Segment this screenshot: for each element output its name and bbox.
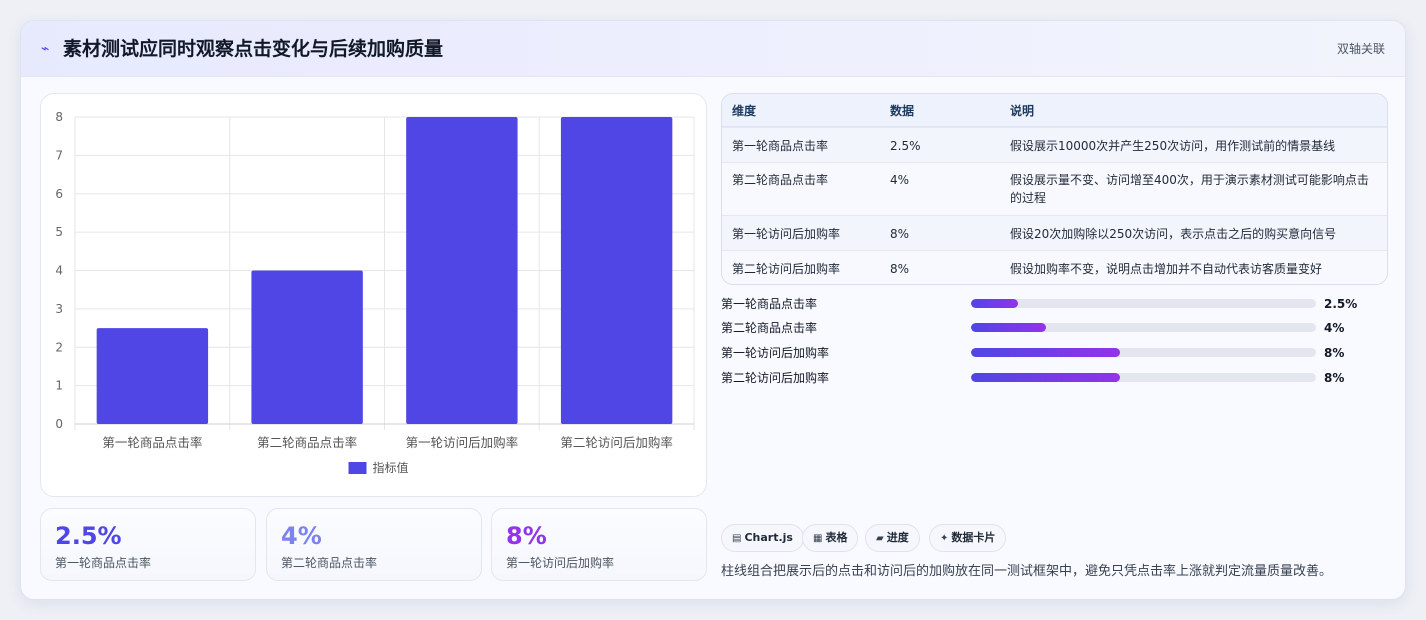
progress-value: 8% <box>1324 371 1345 385</box>
legend-swatch <box>348 462 367 474</box>
legend-label: 指标值 <box>373 460 409 475</box>
x-tick-label: 第一轮商品点击率 <box>102 435 202 450</box>
kpi-card-1: 2.5% 第一轮商品点击率 <box>40 508 256 581</box>
table-row: 第一轮访问后加购率 8% 假设20次加购除以250次访问，表示点击之后的购买意向… <box>722 215 1387 250</box>
table-cell-value: 4% <box>890 173 910 187</box>
kpi-value: 4% <box>281 522 322 550</box>
y-tick-label: 6 <box>55 187 63 201</box>
progress-fill <box>971 348 1121 357</box>
table-header-cell: 数据 <box>890 104 915 118</box>
kpi-card-3: 8% 第一轮访问后加购率 <box>491 508 707 581</box>
progress-row: 第一轮商品点击率 2.5% <box>721 294 1401 314</box>
bar-2 <box>251 270 363 424</box>
chart-icon: ▤ <box>732 533 742 544</box>
chip-label: Chart.js <box>744 531 793 544</box>
lightning-icon: ⌁ <box>41 41 50 57</box>
header-badge: 双轴关联 <box>1336 42 1385 56</box>
kpi-card-2: 4% 第二轮商品点击率 <box>266 508 482 581</box>
data-table: 维度 数据 说明 第一轮商品点击率 2.5% 假设展示10000次并产生250次… <box>721 93 1388 285</box>
progress-track <box>971 373 1316 382</box>
chip-label: 数据卡片 <box>951 531 996 544</box>
sparkle-icon: ✦ <box>940 533 949 544</box>
table-cell-desc: 假设加购率不变，说明点击增加并不自动代表访客质量变好 <box>1010 262 1323 276</box>
progress-label: 第一轮访问后加购率 <box>721 346 830 360</box>
table-icon: ▦ <box>813 533 823 544</box>
kpi-label: 第一轮访问后加购率 <box>506 556 615 570</box>
progress-value: 4% <box>1324 321 1345 335</box>
kpi-label: 第二轮商品点击率 <box>281 556 378 570</box>
table-header-cell: 维度 <box>732 104 757 118</box>
x-tick-label: 第二轮访问后加购率 <box>560 435 673 450</box>
table-cell-value: 8% <box>890 227 910 241</box>
table-row: 第二轮商品点击率 4% 假设展示量不变、访问增至400次，用于演示素材测试可能影… <box>722 162 1387 215</box>
table-cell-desc: 假设展示10000次并产生250次访问，用作测试前的情景基线 <box>1010 139 1336 153</box>
progress-track <box>971 348 1316 357</box>
x-tick-label: 第二轮商品点击率 <box>257 435 357 450</box>
table-cell-desc: 假设展示量不变、访问增至400次，用于演示素材测试可能影响点击的过程 <box>1010 173 1369 205</box>
table-cell-dim: 第一轮商品点击率 <box>732 139 829 153</box>
chip-progress[interactable]: ▰ 进度 <box>865 524 920 552</box>
progress-row: 第二轮访问后加购率 8% <box>721 368 1401 388</box>
table-cell-dim: 第一轮访问后加购率 <box>732 227 841 241</box>
progress-fill <box>971 299 1018 308</box>
chip-label: 表格 <box>825 531 848 544</box>
dashboard-card: ⌁ 素材测试应同时观察点击变化与后续加购质量 双轴关联 0 1 2 3 4 5 6 7 8 第一轮… <box>20 20 1406 600</box>
progress-fill <box>971 323 1046 332</box>
page-title: 素材测试应同时观察点击变化与后续加购质量 <box>63 38 444 60</box>
y-tick-label: 8 <box>55 110 63 124</box>
progress-row: 第二轮商品点击率 4% <box>721 318 1401 338</box>
y-tick-label: 0 <box>55 417 63 431</box>
progress-label: 第二轮商品点击率 <box>721 321 818 335</box>
kpi-label: 第一轮商品点击率 <box>55 556 152 570</box>
progress-value: 2.5% <box>1324 297 1358 311</box>
footnote: 柱线组合把展示后的点击和访问后的加购放在同一测试框架中，避免只凭点击率上涨就判定… <box>721 564 1333 579</box>
y-tick-label: 5 <box>55 225 63 239</box>
table-row: 第二轮访问后加购率 8% 假设加购率不变，说明点击增加并不自动代表访客质量变好 <box>722 250 1387 284</box>
progress-label: 第一轮商品点击率 <box>721 297 818 311</box>
table-cell-dim: 第二轮访问后加购率 <box>732 262 841 276</box>
progress-track <box>971 299 1316 308</box>
bar-chart-panel: 0 1 2 3 4 5 6 7 8 第一轮商品点击率 第二轮商品点击率 第一轮访问后加购率 第二轮访问后… <box>40 93 707 497</box>
bar-chart: 0 1 2 3 4 5 6 7 8 第一轮商品点击率 第二轮商品点击率 第一轮访问后加购率 第二轮访问后… <box>55 110 695 475</box>
card-header: ⌁ 素材测试应同时观察点击变化与后续加购质量 双轴关联 <box>21 21 1405 77</box>
progress-fill <box>971 373 1121 382</box>
y-tick-label: 1 <box>55 379 63 393</box>
y-tick-label: 3 <box>55 302 63 316</box>
bar-4 <box>560 117 673 424</box>
table-cell-dim: 第二轮商品点击率 <box>732 173 829 187</box>
y-tick-label: 4 <box>55 264 63 278</box>
progress-label: 第二轮访问后加购率 <box>721 371 830 385</box>
progress-row: 第一轮访问后加购率 8% <box>721 343 1401 363</box>
chip-label: 进度 <box>886 531 909 544</box>
bar-3 <box>406 117 518 424</box>
table-header-row: 维度 数据 说明 <box>722 94 1387 127</box>
progress-icon: ▰ <box>876 533 884 544</box>
chip-chartjs[interactable]: ▤ Chart.js <box>721 524 804 552</box>
y-tick-label: 7 <box>55 148 63 162</box>
table-cell-desc: 假设20次加购除以250次访问，表示点击之后的购买意向信号 <box>1010 227 1337 241</box>
table-header-cell: 说明 <box>1010 104 1035 118</box>
progress-value: 8% <box>1324 346 1345 360</box>
chip-table[interactable]: ▦ 表格 <box>802 524 859 552</box>
table-row: 第一轮商品点击率 2.5% 假设展示10000次并产生250次访问，用作测试前的… <box>722 127 1387 162</box>
chip-data-card[interactable]: ✦ 数据卡片 <box>929 524 1007 552</box>
kpi-value: 2.5% <box>55 522 122 550</box>
kpi-value: 8% <box>506 522 547 550</box>
table-cell-value: 8% <box>890 262 910 276</box>
bar-1 <box>96 328 209 424</box>
y-tick-label: 2 <box>55 340 63 354</box>
progress-track <box>971 323 1316 332</box>
x-tick-label: 第一轮访问后加购率 <box>406 435 519 450</box>
table-cell-value: 2.5% <box>890 139 921 153</box>
